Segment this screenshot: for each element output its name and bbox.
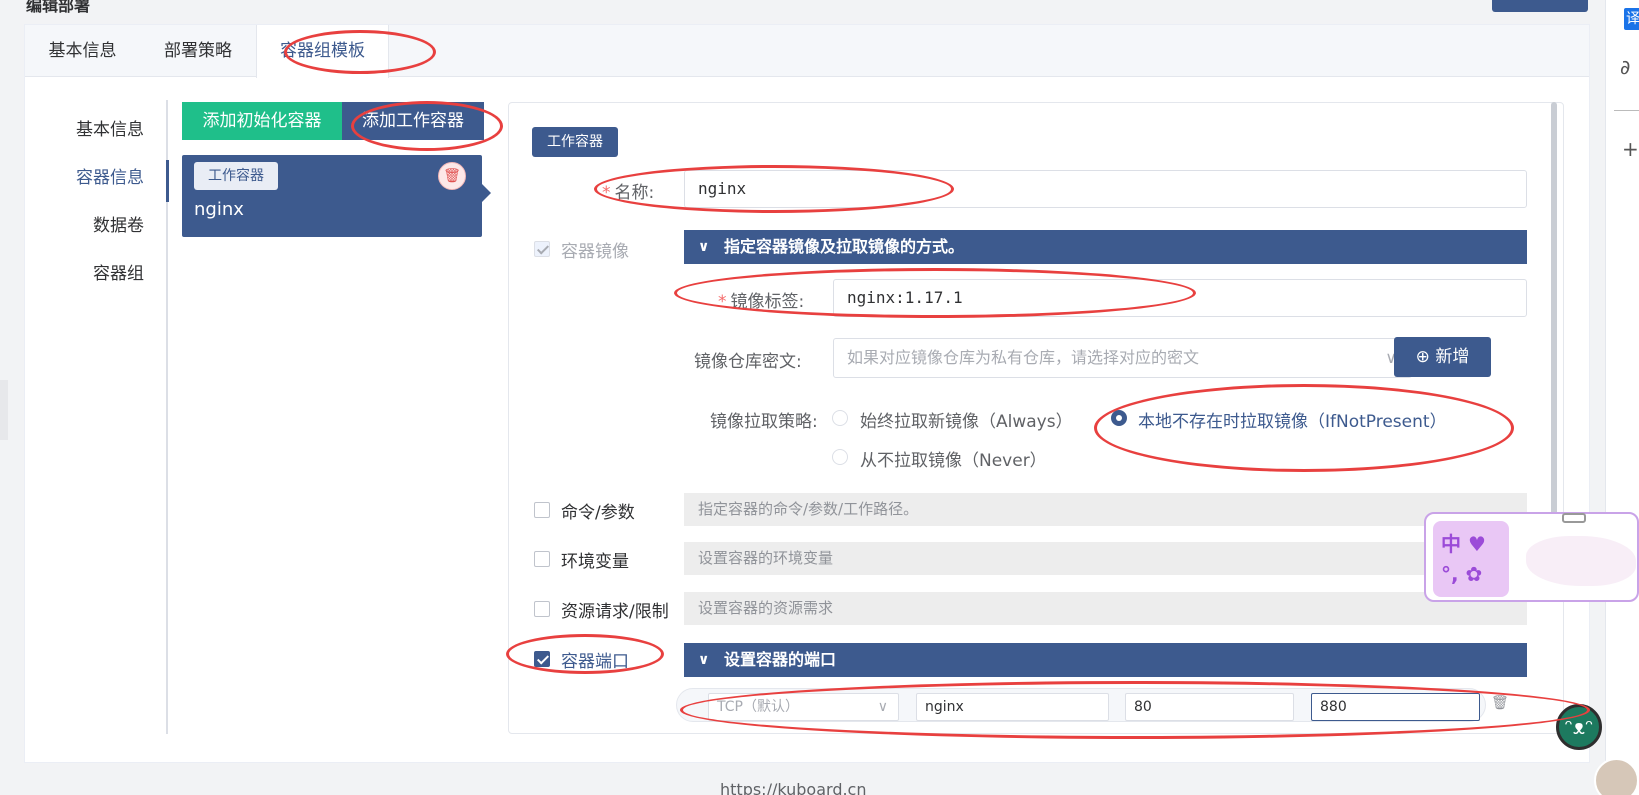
pull-policy-ifnotpresent-label[interactable]: 本地不存在时拉取镜像（IfNotPresent）	[1138, 407, 1447, 432]
selection-arrow	[482, 184, 491, 202]
browser-side-toolbar	[1605, 0, 1639, 795]
tab-basic-info[interactable]: 基本信息	[25, 25, 140, 77]
page-title: 编辑部署	[26, 0, 91, 15]
add-work-container-button[interactable]: 添加工作容器	[342, 102, 484, 140]
chevron-down-icon: ∨	[698, 239, 710, 255]
steps-active-indicator	[166, 160, 169, 202]
new-secret-button[interactable]: ⊕ 新增	[1394, 337, 1491, 377]
resources-label[interactable]: 资源请求/限制	[561, 597, 669, 622]
image-tag-input[interactable]: nginx:1.17.1	[833, 279, 1527, 317]
pull-policy-never-label[interactable]: 从不拉取镜像（Never）	[860, 446, 1047, 471]
step-pod[interactable]: 容器组	[24, 259, 144, 284]
step-container-info[interactable]: 容器信息	[24, 163, 144, 188]
step-volumes[interactable]: 数据卷	[24, 211, 144, 236]
ports-label[interactable]: 容器端口	[561, 647, 629, 672]
image-secret-label: 镜像仓库密文:	[694, 352, 802, 372]
protocol-select[interactable]: TCP（默认） ∨	[708, 693, 899, 721]
image-secret-select[interactable]: 如果对应镜像仓库为私有仓库，请选择对应的密文 ∨	[833, 338, 1412, 378]
name-label: * 名称:	[602, 183, 655, 203]
chevron-down-icon: ∨	[877, 699, 888, 715]
container-type-tag: 工作容器	[194, 162, 278, 190]
tab-pod-template[interactable]: 容器组模板	[256, 25, 389, 78]
container-port-input[interactable]: 80	[1125, 693, 1294, 721]
mascot-image	[1526, 536, 1636, 586]
step-basic-info[interactable]: 基本信息	[24, 115, 144, 140]
pull-policy-always-label[interactable]: 始终拉取新镜像（Always）	[860, 407, 1073, 432]
footer-url: https://kuboard.cn	[720, 780, 867, 795]
image-tag-label: * 镜像标签:	[718, 292, 805, 312]
ime-pad[interactable]: 中 ♥ °, ✿	[1433, 521, 1509, 597]
extension-icon[interactable]: ∂	[1620, 55, 1630, 79]
tab-bar: 基本信息 部署策略 容器组模板	[25, 25, 1589, 78]
env-label[interactable]: 环境变量	[561, 547, 629, 572]
image-checkbox-label: 容器镜像	[561, 242, 629, 262]
ports-section-bar[interactable]: ∨ 设置容器的端口	[684, 643, 1527, 677]
add-init-container-button[interactable]: 添加初始化容器	[182, 102, 342, 140]
command-hint: 指定容器的命令/参数/工作路径。	[684, 493, 1527, 526]
host-port-input[interactable]: 880	[1311, 693, 1480, 721]
command-checkbox[interactable]	[534, 502, 550, 518]
container-card-selected[interactable]: 工作容器 nginx 🗑	[182, 155, 491, 237]
plus-circle-icon: ⊕	[1415, 347, 1430, 367]
tab-deploy-strategy[interactable]: 部署策略	[140, 25, 256, 77]
pull-policy-never-radio[interactable]	[832, 449, 848, 465]
page-header: 编辑部署	[0, 0, 1605, 15]
resources-checkbox[interactable]	[534, 601, 550, 617]
header-action-button[interactable]	[1492, 0, 1588, 12]
avatar[interactable]	[1594, 758, 1639, 795]
scrollbar[interactable]	[1551, 102, 1557, 532]
pull-policy-label: 镜像拉取策略:	[710, 412, 818, 432]
env-hint: 设置容器的环境变量	[684, 542, 1527, 575]
env-checkbox[interactable]	[534, 551, 550, 567]
ports-checkbox[interactable]	[534, 651, 550, 667]
chevron-down-icon: ∨	[698, 652, 710, 668]
image-checkbox	[534, 241, 550, 257]
translate-icon[interactable]: 译	[1624, 8, 1639, 30]
toolbar-divider	[1614, 110, 1639, 111]
drag-handle[interactable]	[1562, 513, 1586, 523]
container-type-badge: 工作容器	[532, 127, 618, 157]
port-name-input[interactable]: nginx	[916, 693, 1109, 721]
container-name: nginx	[194, 199, 244, 220]
trash-icon[interactable]: 🗑	[1491, 695, 1509, 711]
cat-mascot-icon[interactable]: ᵔᴥᵔ	[1556, 704, 1602, 750]
floating-ime-widget[interactable]: 中 ♥ °, ✿	[1424, 512, 1639, 602]
pull-policy-always-radio[interactable]	[832, 410, 848, 426]
left-edge-panel	[0, 380, 8, 440]
image-section-bar[interactable]: ∨ 指定容器镜像及拉取镜像的方式。	[684, 230, 1527, 264]
trash-icon[interactable]: 🗑	[438, 162, 466, 190]
pull-policy-ifnotpresent-radio[interactable]	[1111, 410, 1127, 426]
resources-hint: 设置容器的资源需求	[684, 592, 1527, 625]
command-label[interactable]: 命令/参数	[561, 498, 635, 523]
name-input[interactable]: nginx	[684, 170, 1527, 208]
add-icon[interactable]: +	[1622, 137, 1639, 161]
